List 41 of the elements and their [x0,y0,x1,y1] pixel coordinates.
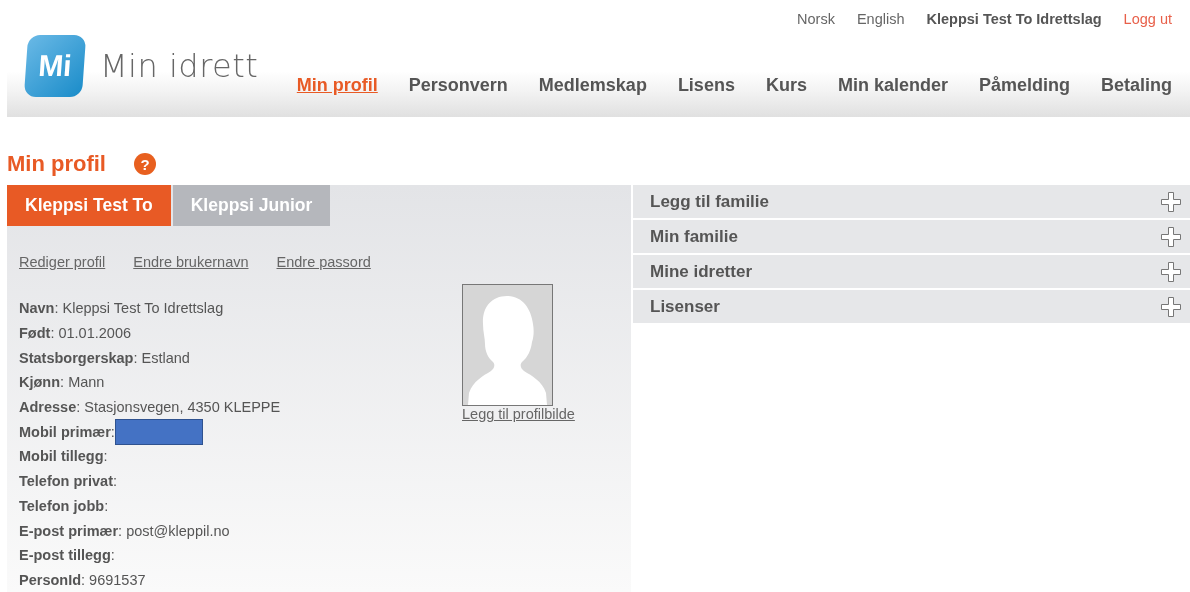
accordion-header[interactable]: Legg til familie [633,185,1190,218]
field-text: Kjønn: Mann [19,374,105,391]
logo-text: Min idrett [100,47,259,85]
nav-link[interactable]: Medlemskap [538,75,647,96]
field-text: Telefon privat: [19,473,118,490]
field-text: E-post primær: post@kleppil.no [19,522,230,539]
profile-link[interactable]: Endre brukernavn [133,254,249,270]
field-text: Mobil tillegg: [19,448,108,465]
accordion-header[interactable]: Mine idretter [633,255,1190,288]
nav-link[interactable]: Kurs [765,75,807,96]
add-photo-link[interactable]: Legg til profilbilde [462,406,575,422]
nav-link[interactable]: Min kalender [837,75,948,96]
language-link[interactable]: English [856,11,905,31]
profile-link[interactable]: Rediger profil [19,254,106,270]
field-text: Statsborgerskap: Estland [19,349,190,366]
logout-link[interactable]: Logg ut [1123,11,1172,31]
plus-icon [1160,190,1182,213]
plus-icon [1160,295,1182,318]
field-text: Telefon jobb: [19,497,109,514]
field-text: Navn: Kleppsi Test To Idrettslag [19,300,224,317]
nav-link[interactable]: Påmelding [978,75,1070,96]
field-text: E-post tillegg: [19,547,115,564]
plus-icon [1160,225,1182,248]
language-link[interactable]: Norsk [797,11,835,31]
nav-link[interactable]: Personvern [408,75,508,96]
profile-link[interactable]: Endre passord [276,254,371,270]
user-name: Kleppsi Test To Idrettslag [926,11,1102,29]
field-text: Mobil primær: [19,423,115,440]
accordion-header[interactable]: Min familie [633,220,1190,253]
field-text: Adresse: Stasjonsvegen, 4350 KLEPPE [19,399,281,416]
logo-icon: Mi [23,35,87,97]
page-title: Min profil [7,151,106,177]
field-text: Født: 01.01.2006 [19,325,132,342]
nav-link[interactable]: Lisens [677,75,735,96]
nav-link[interactable]: Betaling [1101,75,1172,96]
nav-link[interactable]: Min profil [296,75,378,96]
field-text: PersonId: 9691537 [19,571,146,588]
help-icon[interactable]: ? [134,153,156,175]
plus-icon [1160,260,1182,283]
accordion-header[interactable]: Lisenser [633,290,1190,323]
profile-tab[interactable]: Kleppsi Test To [7,185,171,226]
